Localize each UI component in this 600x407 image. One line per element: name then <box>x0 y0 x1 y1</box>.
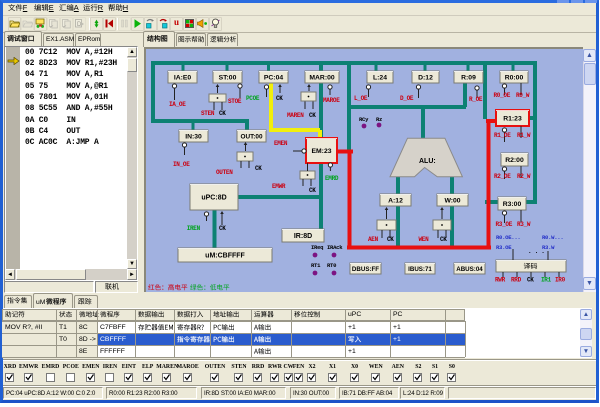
svg-text:W:00: W:00 <box>444 198 460 205</box>
svg-text:R3_W: R3_W <box>517 221 531 228</box>
svg-text:EMEN: EMEN <box>274 140 288 147</box>
svg-text:R0_OE: R0_OE <box>494 92 511 99</box>
svg-text:CK: CK <box>219 225 226 232</box>
svg-text:IR0: IR0 <box>555 277 566 284</box>
svg-text:STEN: STEN <box>201 110 215 117</box>
svg-text:R1_W: R1_W <box>517 132 531 139</box>
svg-text:AEN: AEN <box>368 236 379 243</box>
svg-text:EMWR: EMWR <box>272 183 286 190</box>
svg-text:R2:00: R2:00 <box>505 157 524 164</box>
svg-text:CK: CK <box>527 277 534 284</box>
svg-text:CK: CK <box>219 110 226 117</box>
svg-text:CK: CK <box>440 236 447 243</box>
svg-text:L_OE: L_OE <box>354 95 368 102</box>
svg-text:IBUS:71: IBUS:71 <box>408 266 432 273</box>
svg-text:R3_OE: R3_OE <box>496 221 513 228</box>
svg-text:PCOE: PCOE <box>246 95 260 102</box>
svg-text:CK: CK <box>276 95 283 102</box>
svg-text:uPC:8D: uPC:8D <box>201 195 226 202</box>
svg-text:RT1: RT1 <box>311 262 321 269</box>
svg-text:IREN: IREN <box>187 225 201 232</box>
svg-text:R3:00: R3:00 <box>503 201 522 208</box>
svg-text:L:24: L:24 <box>373 75 387 82</box>
svg-text:OUT:00: OUT:00 <box>240 134 262 141</box>
svg-text:RRD: RRD <box>511 277 522 284</box>
svg-text:RT0: RT0 <box>327 262 337 269</box>
svg-text:PC:04: PC:04 <box>264 75 283 82</box>
svg-text:Rz: Rz <box>376 116 382 123</box>
svg-text:CK: CK <box>309 112 316 119</box>
svg-text:CK: CK <box>255 165 262 172</box>
svg-text:CK: CK <box>387 236 394 243</box>
svg-text:RWR: RWR <box>495 277 506 284</box>
svg-text:ST:00: ST:00 <box>219 75 237 82</box>
svg-text:D_OE: D_OE <box>400 95 414 102</box>
svg-text:IA_OE: IA_OE <box>169 101 186 108</box>
svg-text:STOE: STOE <box>228 98 242 105</box>
svg-text:R2_OE: R2_OE <box>494 173 511 180</box>
svg-text:IRAck: IRAck <box>327 244 343 251</box>
svg-text:CK: CK <box>309 187 316 194</box>
svg-text:. . .: . . . <box>528 248 545 255</box>
svg-text:MAR:00: MAR:00 <box>309 75 335 82</box>
svg-text:D:12: D:12 <box>418 75 433 82</box>
svg-text:IN:30: IN:30 <box>185 134 202 141</box>
svg-text:R0:00: R0:00 <box>505 75 524 82</box>
svg-text:R_OE: R_OE <box>469 96 483 103</box>
svg-text:R1:23: R1:23 <box>503 116 522 123</box>
svg-text:EM:23: EM:23 <box>311 148 331 155</box>
svg-text:EMRD: EMRD <box>325 175 339 182</box>
svg-text:WEN: WEN <box>419 236 430 243</box>
svg-text:DBUS:FF: DBUS:FF <box>352 266 379 273</box>
svg-text:RCy: RCy <box>359 116 369 123</box>
svg-text:R1_OE: R1_OE <box>494 132 511 139</box>
svg-text:MAREN: MAREN <box>287 112 304 119</box>
svg-text:IR1: IR1 <box>541 277 552 284</box>
svg-text:MAROE: MAROE <box>323 97 340 104</box>
svg-text:IN_OE: IN_OE <box>173 161 190 168</box>
svg-text:OUTEN: OUTEN <box>216 169 233 176</box>
svg-text:R2_W: R2_W <box>517 173 531 180</box>
svg-text:IReq: IReq <box>311 244 323 251</box>
svg-text:R0.OE...: R0.OE... <box>496 234 520 241</box>
svg-text:R0_W: R0_W <box>516 92 530 99</box>
svg-text:ALU:: ALU: <box>419 158 436 165</box>
svg-text:R0.W...: R0.W... <box>542 234 563 241</box>
svg-text:A:12: A:12 <box>388 198 403 205</box>
svg-text:IA:E0: IA:E0 <box>174 75 192 82</box>
svg-text:R:09: R:09 <box>461 75 476 82</box>
svg-text:uM:CBFFFF: uM:CBFFFF <box>205 253 245 260</box>
svg-text:IR:8D: IR:8D <box>294 233 312 240</box>
svg-text:ABUS:04: ABUS:04 <box>456 266 483 273</box>
svg-text:R3.OE: R3.OE <box>496 244 512 251</box>
